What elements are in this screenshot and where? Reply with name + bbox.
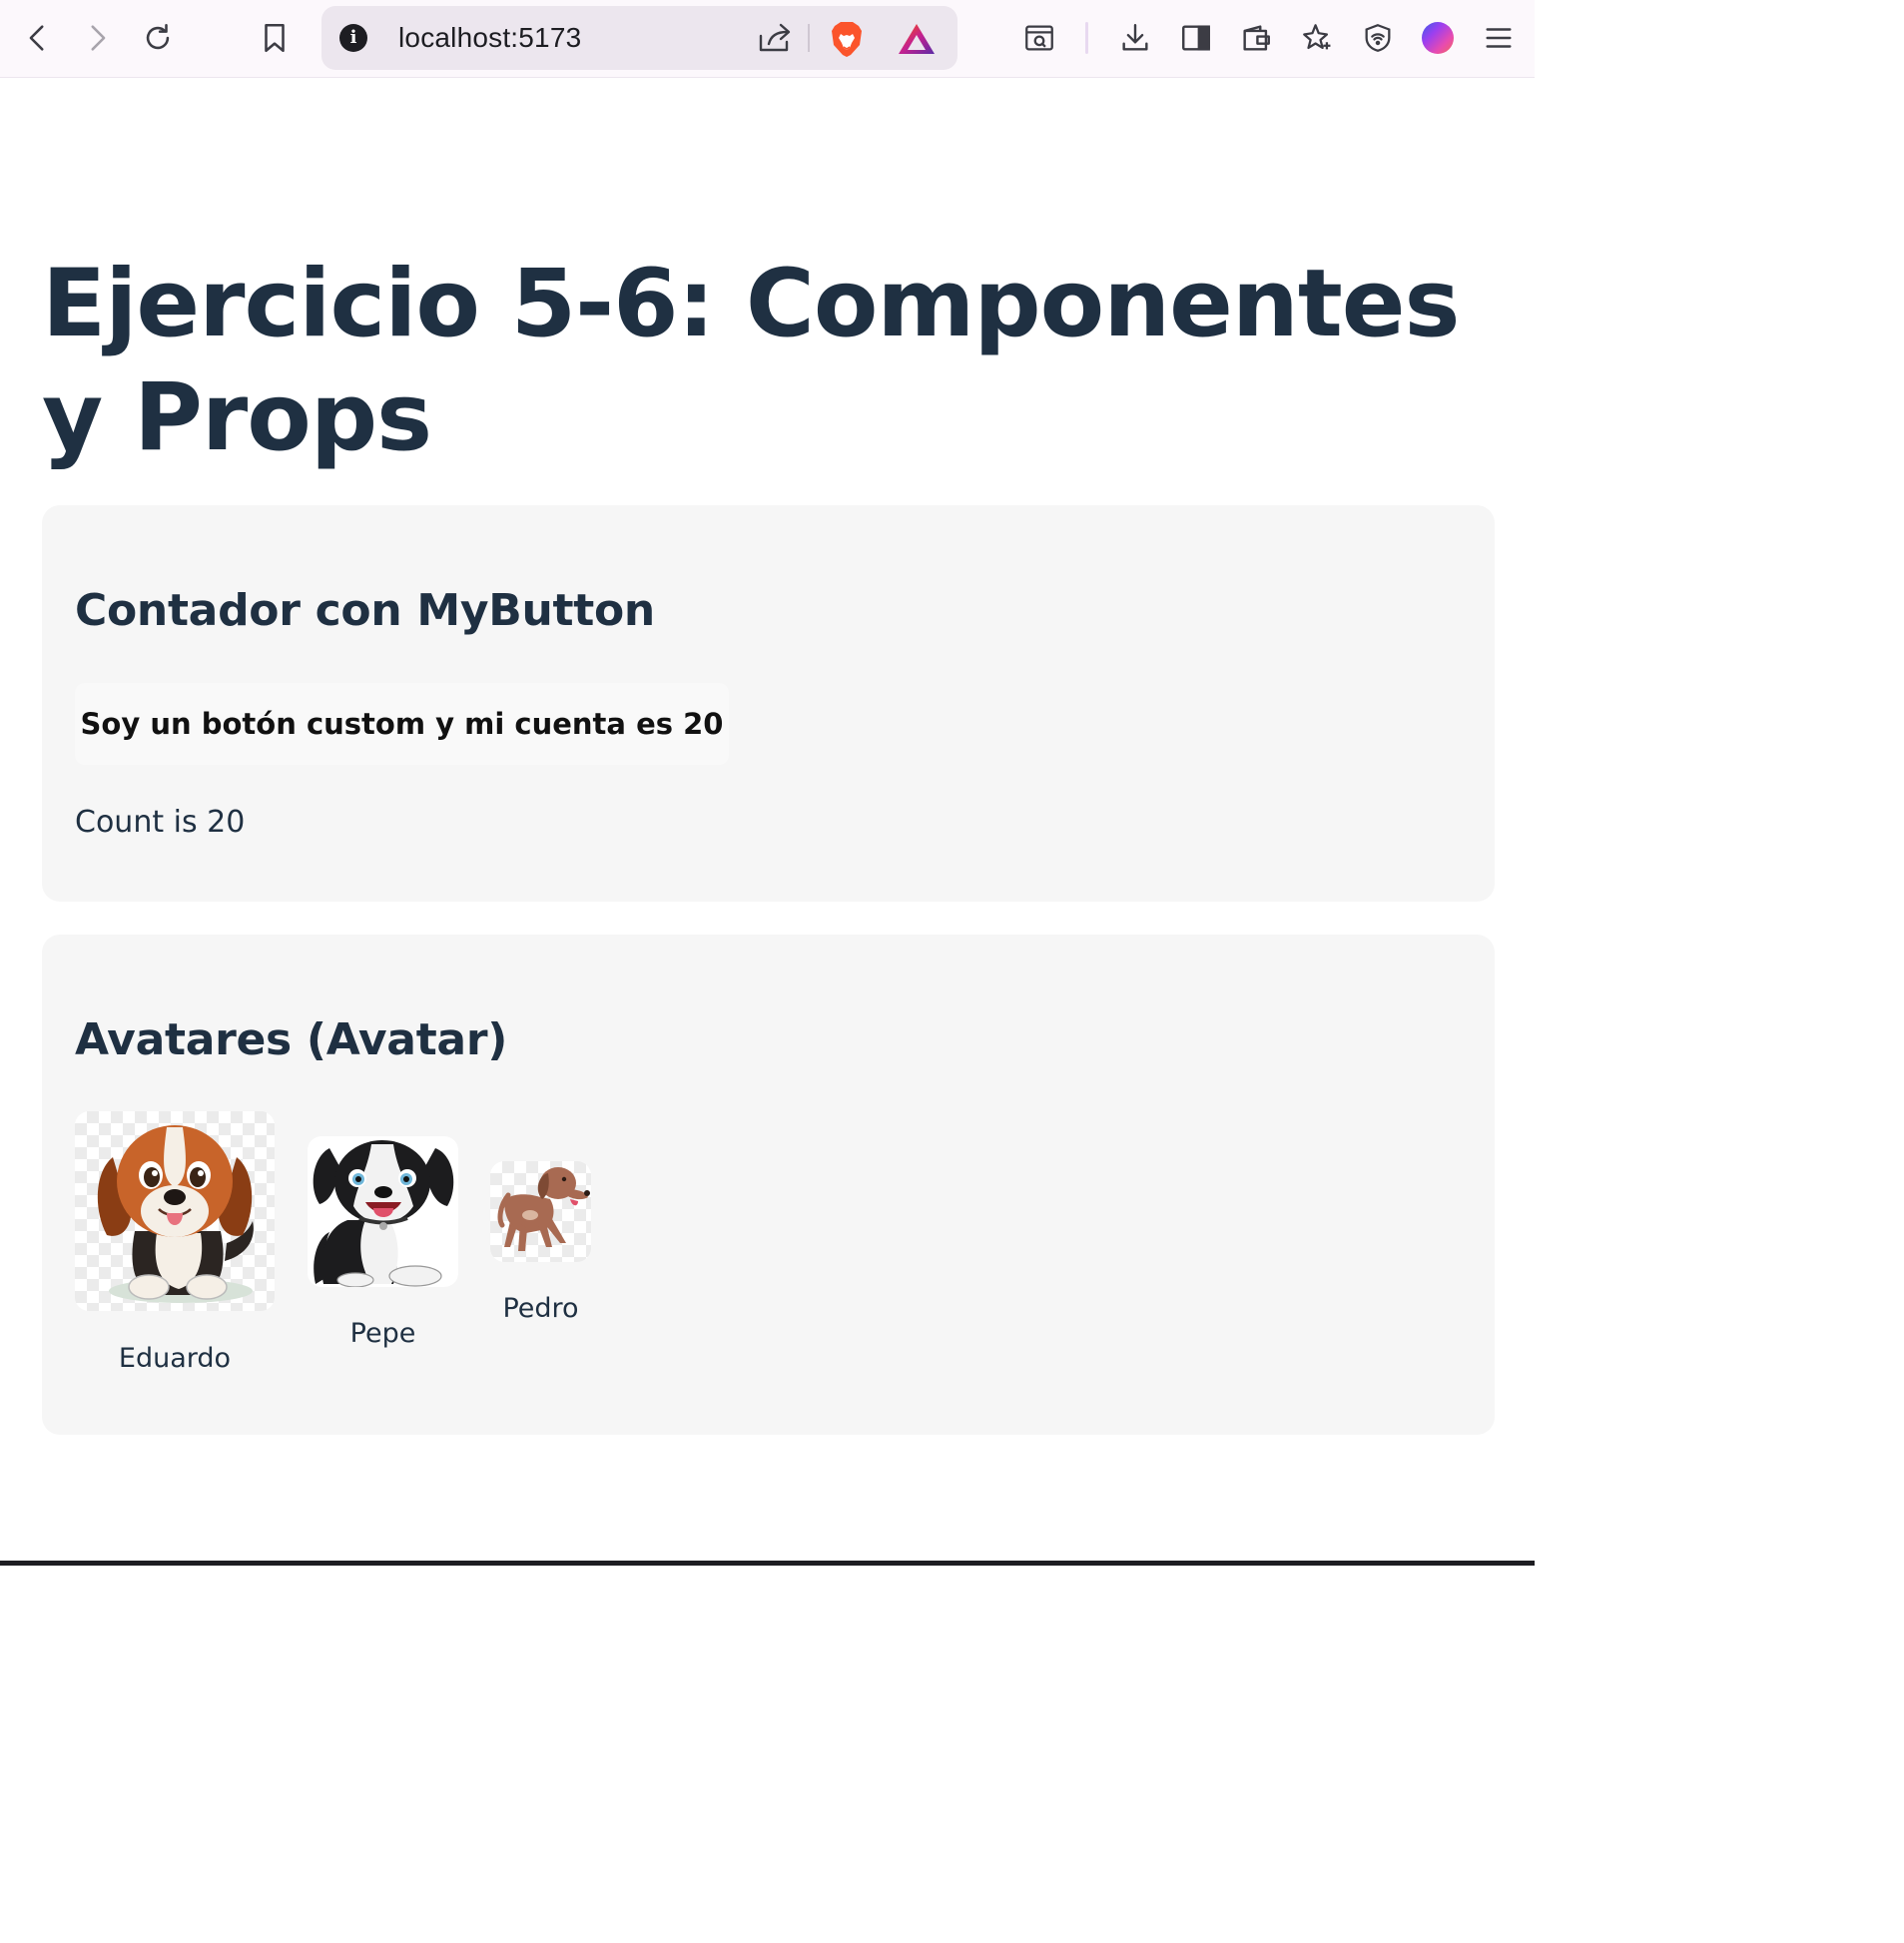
- avatar-name: Eduardo: [118, 1343, 232, 1374]
- divider: [808, 24, 810, 52]
- browser-toolbar: i localhost:5173: [0, 0, 1535, 78]
- avatar-pedro: Pedro: [490, 1161, 591, 1324]
- screenshot-search-icon[interactable]: [1015, 14, 1063, 62]
- brave-rewards-icon[interactable]: [897, 22, 937, 56]
- avatar-name: Pedro: [502, 1293, 579, 1324]
- address-bar[interactable]: i localhost:5173: [321, 6, 957, 70]
- avatar-eduardo: Eduardo: [75, 1111, 275, 1374]
- download-icon[interactable]: [1111, 14, 1159, 62]
- my-button[interactable]: Soy un botón custom y mi cuenta es 20: [75, 683, 729, 765]
- brown-dog-illustration: [490, 1161, 591, 1262]
- count-text: Count is 20: [75, 805, 246, 840]
- url-text[interactable]: localhost:5173: [398, 22, 581, 54]
- avatar-pepe: Pepe: [308, 1136, 458, 1349]
- hamburger-menu-icon[interactable]: [1475, 14, 1523, 62]
- leo-ai-icon[interactable]: [1293, 14, 1341, 62]
- avatars-heading: Avatares (Avatar): [75, 1014, 508, 1065]
- profile-avatar[interactable]: [1414, 14, 1462, 62]
- vpn-shield-icon[interactable]: [1354, 14, 1402, 62]
- sidebar-icon[interactable]: [1172, 14, 1220, 62]
- avatar-name: Pepe: [349, 1318, 416, 1349]
- beagle-puppy-illustration: [75, 1111, 275, 1311]
- wallet-icon[interactable]: [1232, 14, 1280, 62]
- counter-heading: Contador con MyButton: [75, 585, 655, 636]
- avatars-card: Avatares (Avatar) Eduardo Pepe Pedro: [42, 935, 1495, 1435]
- chevron-right-icon[interactable]: [73, 14, 121, 62]
- toolbar-divider: [1085, 22, 1088, 54]
- chevron-left-icon[interactable]: [14, 14, 62, 62]
- reload-icon[interactable]: [134, 14, 182, 62]
- page-title: Ejercicio 5-6: Componentes y Props: [42, 250, 1460, 472]
- window-bottom-edge: [0, 1561, 1535, 1566]
- info-icon[interactable]: i: [339, 24, 367, 52]
- share-icon[interactable]: [755, 20, 795, 56]
- bookmark-icon[interactable]: [251, 14, 299, 62]
- brave-lion-icon[interactable]: [829, 20, 865, 58]
- black-white-puppy-illustration: [308, 1136, 458, 1287]
- counter-card: Contador con MyButton Soy un botón custo…: [42, 505, 1495, 902]
